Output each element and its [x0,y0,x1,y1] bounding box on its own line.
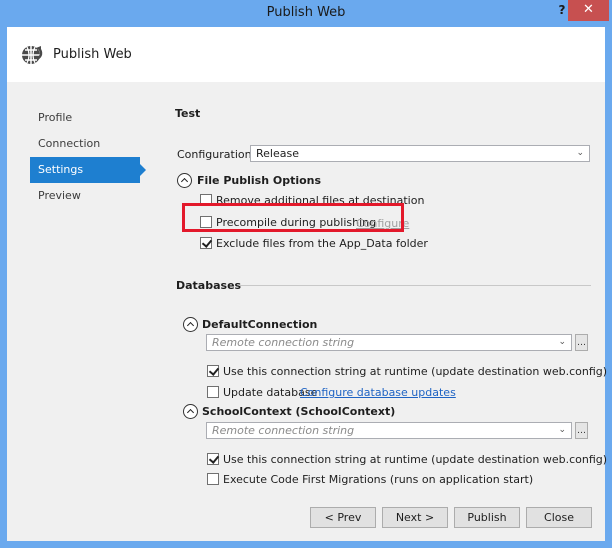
file-publish-collapse-icon[interactable] [177,173,192,188]
execute-migrations-label: Execute Code First Migrations (runs on a… [223,473,534,486]
default-connection-browse-button[interactable]: … [575,334,588,351]
highlight-box [182,203,404,232]
configuration-select[interactable]: Release ⌄ [250,145,590,162]
wizard-nav: Profile Connection Settings Preview [30,105,150,209]
exclude-app-data-checkbox[interactable] [200,237,212,249]
configuration-value: Release [256,147,299,160]
title-bar: Publish Web ? ✕ [0,0,612,27]
globe-publish-icon [22,46,43,64]
header-title: Publish Web [53,47,132,62]
execute-migrations-checkbox[interactable] [207,473,219,485]
school-context-browse-button[interactable]: … [575,422,588,439]
chevron-down-icon: ⌄ [558,425,566,435]
update-database-checkbox[interactable] [207,386,219,398]
school-use-runtime-checkbox[interactable] [207,453,219,465]
default-use-runtime-label: Use this connection string at runtime (u… [223,365,608,378]
school-context-string-input[interactable]: Remote connection string ⌄ [206,422,572,439]
publish-button[interactable]: Publish [454,507,520,528]
nav-item-preview[interactable]: Preview [30,183,150,209]
publish-web-dialog: Publish Web ? ✕ Publish Web Profile Conn… [0,0,612,548]
profile-name: Test [175,107,201,120]
default-connection-string-input[interactable]: Remote connection string ⌄ [206,334,572,351]
databases-title: Databases [176,279,242,292]
school-use-runtime-label: Use this connection string at runtime (u… [223,453,608,466]
help-button[interactable]: ? [555,3,569,19]
nav-item-profile[interactable]: Profile [30,105,150,131]
close-icon: ✕ [583,2,594,17]
close-button[interactable]: Close [526,507,592,528]
next-button[interactable]: Next > [382,507,448,528]
chevron-down-icon: ⌄ [558,337,566,347]
default-connection-title: DefaultConnection [202,318,318,331]
school-context-placeholder: Remote connection string [212,424,355,437]
nav-item-connection[interactable]: Connection [30,131,150,157]
exclude-app-data-label: Exclude files from the App_Data folder [216,237,428,250]
configuration-label: Configuration: [177,148,256,161]
default-connection-placeholder: Remote connection string [212,336,355,349]
nav-item-settings[interactable]: Settings [30,157,146,183]
databases-divider [239,285,591,286]
prev-button[interactable]: < Prev [310,507,376,528]
school-context-collapse-icon[interactable] [183,404,198,419]
school-context-title: SchoolContext (SchoolContext) [202,405,396,418]
window-close-button[interactable]: ✕ [568,0,609,21]
dialog-client-area: Publish Web Profile Connection Settings … [7,27,608,541]
configure-database-updates-link[interactable]: Configure database updates [300,386,456,399]
chevron-down-icon: ⌄ [576,148,584,158]
dialog-header: Publish Web [7,27,605,82]
file-publish-title: File Publish Options [197,174,322,187]
default-use-runtime-checkbox[interactable] [207,365,219,377]
window-title: Publish Web [266,5,346,20]
default-connection-collapse-icon[interactable] [183,317,198,332]
